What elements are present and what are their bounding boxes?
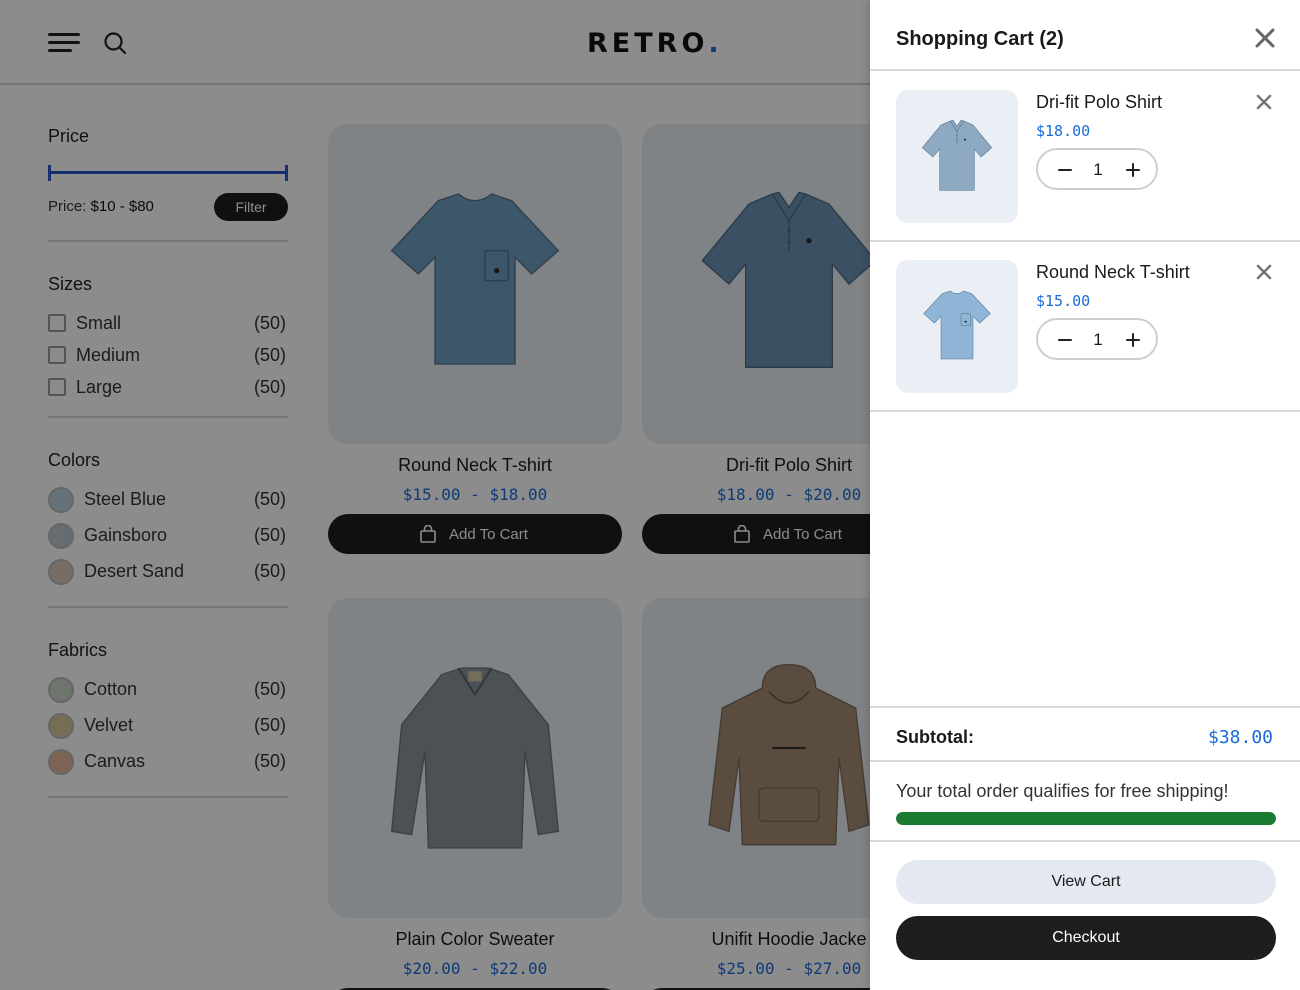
cart-title: Shopping Cart (2) — [896, 28, 1064, 50]
quantity-value[interactable]: 1 — [1078, 330, 1118, 350]
minus-icon[interactable] — [1056, 331, 1074, 349]
divider — [870, 410, 1300, 412]
subtotal-value: $38.00 — [1208, 727, 1274, 748]
view-cart-button[interactable]: View Cart — [896, 860, 1276, 904]
cart-item-image[interactable] — [896, 260, 1018, 393]
free-shipping-message: Your total order qualifies for free ship… — [896, 781, 1229, 801]
cart-item-name[interactable]: Dri-fit Polo Shirt — [1036, 92, 1162, 113]
cart-item-image[interactable] — [896, 90, 1018, 223]
remove-item-icon[interactable] — [1256, 264, 1272, 280]
divider — [870, 840, 1300, 842]
cart-item: Dri-fit Polo Shirt $18.00 1 — [870, 70, 1300, 240]
checkout-button[interactable]: Checkout — [896, 916, 1276, 960]
plus-icon[interactable] — [1124, 161, 1142, 179]
polo-shirt-icon — [917, 116, 997, 203]
quantity-stepper: 1 — [1036, 148, 1158, 190]
quantity-value[interactable]: 1 — [1078, 160, 1118, 180]
cart-item-price: $18.00 — [1036, 122, 1091, 140]
shipping-progress-bar — [896, 812, 1276, 825]
cart-drawer: Shopping Cart (2) Dri-fit Polo Shirt $18… — [870, 0, 1300, 990]
cart-item-price: $15.00 — [1036, 292, 1091, 310]
close-icon[interactable] — [1254, 27, 1276, 49]
quantity-stepper: 1 — [1036, 318, 1158, 360]
shipping-progress-fill — [896, 812, 1276, 825]
minus-icon[interactable] — [1056, 161, 1074, 179]
divider — [870, 760, 1300, 762]
cart-item-name[interactable]: Round Neck T-shirt — [1036, 262, 1190, 283]
dim-overlay[interactable] — [0, 0, 870, 990]
plus-icon[interactable] — [1124, 331, 1142, 349]
subtotal-label: Subtotal: — [896, 727, 974, 747]
cart-item: Round Neck T-shirt $15.00 1 — [870, 240, 1300, 410]
divider — [870, 706, 1300, 708]
remove-item-icon[interactable] — [1256, 94, 1272, 110]
tshirt-icon — [917, 286, 997, 373]
